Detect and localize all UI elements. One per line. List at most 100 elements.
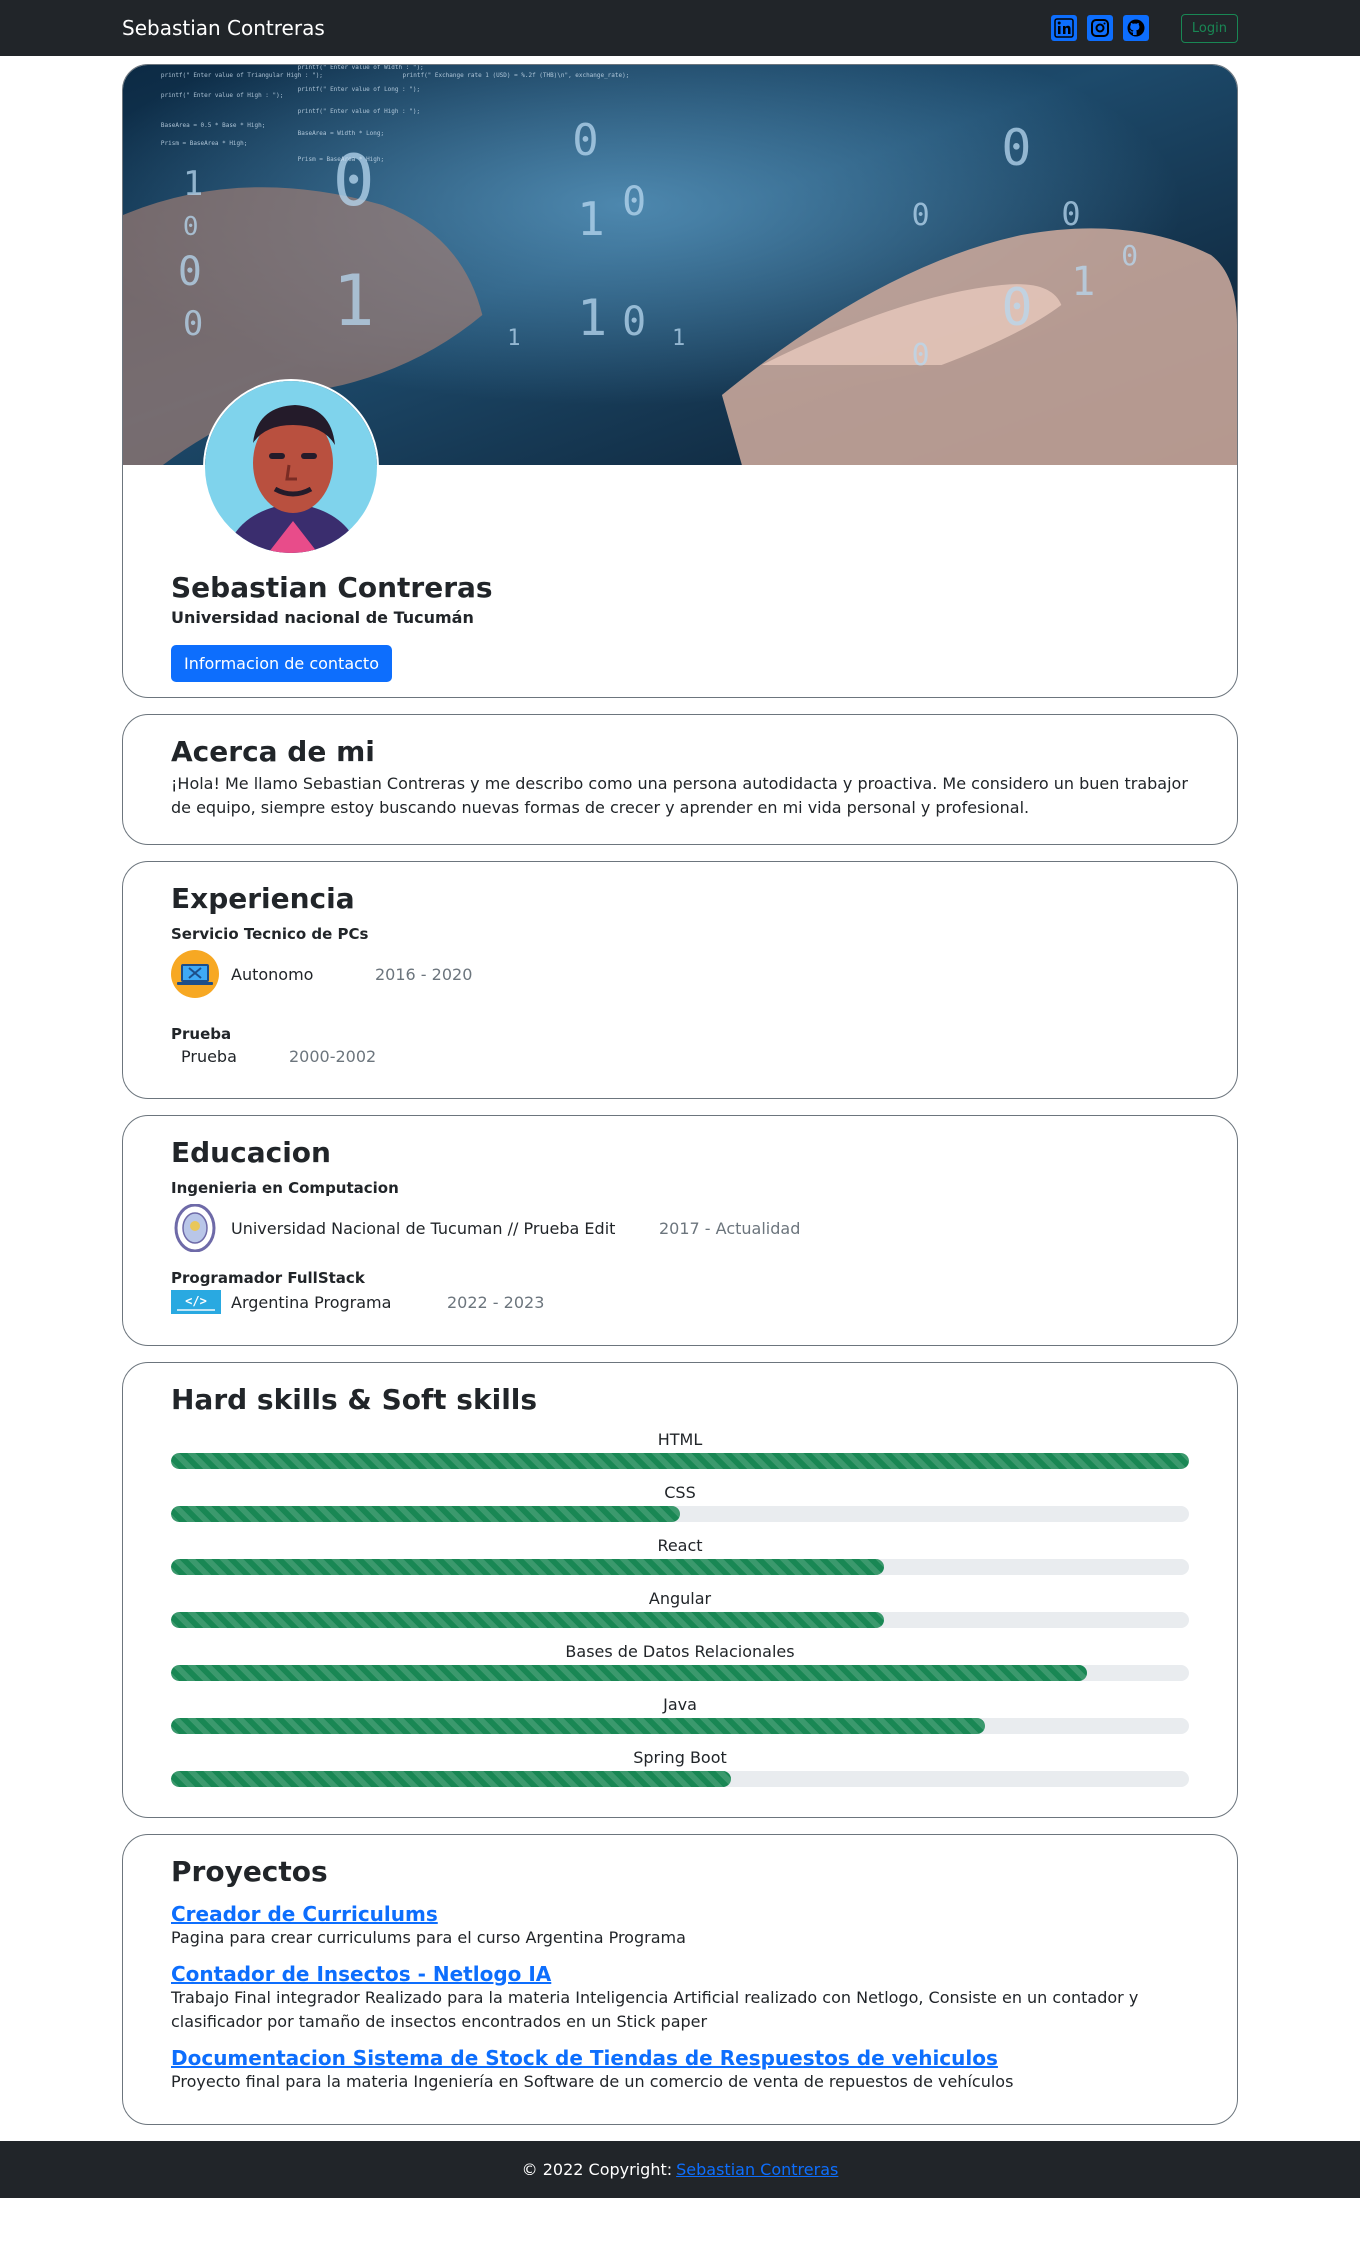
svg-text:1: 1 (183, 164, 203, 204)
svg-text:0: 0 (333, 141, 375, 222)
footer-link[interactable]: Sebastian Contreras (676, 2160, 838, 2179)
experience-item-row: Autonomo 2016 - 2020 (171, 949, 1189, 999)
svg-text:printf(" Enter value of Long :: printf(" Enter value of Long : "); (298, 86, 420, 93)
experience-title: Experiencia (171, 882, 355, 915)
experience-item-years: 2000-2002 (289, 1047, 377, 1066)
login-button[interactable]: Login (1180, 13, 1238, 43)
university-seal-icon (171, 1203, 221, 1253)
project-item: Documentacion Sistema de Stock de Tienda… (171, 2034, 1189, 2094)
experience-item-years: 2016 - 2020 (375, 964, 473, 984)
skill-progress (171, 1453, 1189, 1469)
skill-item: Bases de Datos Relacionales (171, 1642, 1189, 1681)
about-title: Acerca de mi (171, 735, 375, 768)
project-description: Proyecto final para la materia Ingenierí… (171, 2072, 1014, 2091)
skill-progress (171, 1612, 1189, 1628)
project-link[interactable]: Documentacion Sistema de Stock de Tienda… (171, 2046, 998, 2070)
education-item-row: Universidad Nacional de Tucuman // Prueb… (171, 1203, 1189, 1253)
skill-item: Angular (171, 1589, 1189, 1628)
svg-text:printf(" Enter value of High :: printf(" Enter value of High : "); (161, 92, 283, 99)
skills-card: Hard skills & Soft skills HTML CSS React An… (122, 1362, 1238, 1818)
svg-text:1: 1 (333, 261, 375, 342)
svg-text:1: 1 (577, 289, 607, 347)
skills-title: Hard skills & Soft skills (171, 1383, 538, 1416)
profile-card: 1 0 0 0 0 1 0 1 1 0 0 1 1 0 0 0 0 0 1 0 (122, 64, 1238, 698)
skill-progress-bar (171, 1506, 680, 1522)
skill-progress (171, 1718, 1189, 1734)
skill-progress-bar (171, 1771, 731, 1787)
education-item-title: Programador FullStack (171, 1269, 365, 1287)
experience-card: Experiencia Servicio Tecnico de PCs Auto… (122, 861, 1238, 1099)
skill-label: HTML (657, 1430, 703, 1449)
projects-card: Proyectos Creador de Curriculums Pagina … (122, 1834, 1238, 2125)
skill-progress (171, 1559, 1189, 1575)
skill-item: HTML (171, 1430, 1189, 1469)
skill-label: Angular (648, 1589, 712, 1608)
argentina-programa-logo: </> (171, 1289, 221, 1315)
main-container: 1 0 0 0 0 1 0 1 1 0 0 1 1 0 0 0 0 0 1 0 (122, 64, 1238, 2125)
education-item-row: </> Argentina Programa 2022 - 2023 (171, 1289, 1189, 1315)
contact-info-button[interactable]: Informacion de contacto (171, 645, 392, 682)
svg-text:0: 0 (622, 179, 646, 225)
experience-item: Servicio Tecnico de PCs Autonomo 2016 - … (171, 925, 1189, 999)
avatar (203, 379, 379, 555)
svg-text:0: 0 (572, 115, 598, 166)
linkedin-icon[interactable] (1050, 15, 1077, 41)
skill-label: CSS (664, 1483, 696, 1502)
skill-item: Java (171, 1695, 1189, 1734)
svg-text:printf(" Enter value of Triang: printf(" Enter value of Triangular High … (161, 72, 323, 79)
svg-text:0: 0 (1121, 239, 1138, 272)
skill-label: Java (663, 1695, 697, 1714)
project-description: Pagina para crear curriculums para el cu… (171, 1928, 686, 1947)
svg-text:BaseArea = Width * Long;: BaseArea = Width * Long; (298, 130, 384, 137)
profile-info: Sebastian Contreras Universidad nacional… (171, 571, 493, 682)
education-item-years: 2022 - 2023 (447, 1292, 545, 1312)
skill-item: Spring Boot (171, 1748, 1189, 1787)
skills-list: HTML CSS React Angular Bases de Datos Relaci… (171, 1430, 1189, 1787)
skill-progress (171, 1771, 1189, 1787)
svg-text:0: 0 (178, 249, 202, 295)
skill-item: CSS (171, 1483, 1189, 1522)
navbar-brand[interactable]: Sebastian Contreras (122, 16, 325, 40)
skill-progress-bar (171, 1612, 884, 1628)
skill-label: Spring Boot (633, 1748, 727, 1767)
svg-text:Prism = BaseArea * High;: Prism = BaseArea * High; (161, 140, 247, 147)
project-item: Creador de Curriculums Pagina para crear… (171, 1888, 1189, 1950)
about-text: ¡Hola! Me llamo Sebastian Contreras y me… (171, 774, 1188, 817)
skill-item: React (171, 1536, 1189, 1575)
skill-progress (171, 1665, 1189, 1681)
github-icon[interactable] (1122, 15, 1149, 41)
skill-label: React (657, 1536, 703, 1555)
skill-progress (171, 1506, 1189, 1522)
svg-text:BaseArea = 0.5 * Base * High;: BaseArea = 0.5 * Base * High; (161, 122, 265, 129)
project-link[interactable]: Contador de Insectos - Netlogo IA (171, 1962, 551, 1986)
education-title: Educacion (171, 1136, 331, 1169)
svg-text:0: 0 (912, 338, 930, 373)
education-item: Programador FullStack </> Argentina Prog… (171, 1269, 1189, 1315)
project-link[interactable]: Creador de Curriculums (171, 1902, 438, 1926)
profile-university: Universidad nacional de Tucumán (171, 608, 474, 627)
pc-repair-icon (171, 949, 221, 999)
experience-item-place: Prueba (181, 1047, 237, 1066)
svg-text:0: 0 (622, 299, 646, 345)
education-item-place: Universidad Nacional de Tucuman // Prueb… (231, 1218, 616, 1238)
experience-item-place: Autonomo (231, 964, 314, 984)
svg-text:0: 0 (1061, 195, 1080, 233)
svg-text:1: 1 (577, 192, 605, 246)
skill-progress-bar (171, 1665, 1088, 1681)
education-item-place: Argentina Programa (231, 1292, 392, 1312)
skill-progress-bar (171, 1559, 884, 1575)
education-item: Ingenieria en Computacion Universidad Na… (171, 1179, 1189, 1253)
skill-label: Bases de Datos Relacionales (565, 1642, 795, 1661)
svg-text:0: 0 (183, 212, 199, 242)
education-item-title: Ingenieria en Computacion (171, 1179, 399, 1197)
instagram-icon[interactable] (1086, 15, 1113, 41)
project-description: Trabajo Final integrador Realizado para … (171, 1988, 1139, 2031)
navbar-right: Login (1050, 13, 1238, 43)
svg-text:printf(" Exchange rate 1 (USD): printf(" Exchange rate 1 (USD) = %.2f (T… (402, 72, 629, 79)
svg-text:0: 0 (183, 304, 203, 344)
svg-text:printf(" Enter value of High :: printf(" Enter value of High : "); (298, 108, 420, 115)
experience-item-title: Prueba (171, 1025, 232, 1043)
svg-text:</>: </> (185, 1294, 207, 1308)
svg-text:0: 0 (1001, 278, 1032, 338)
skill-progress-bar (171, 1718, 986, 1734)
